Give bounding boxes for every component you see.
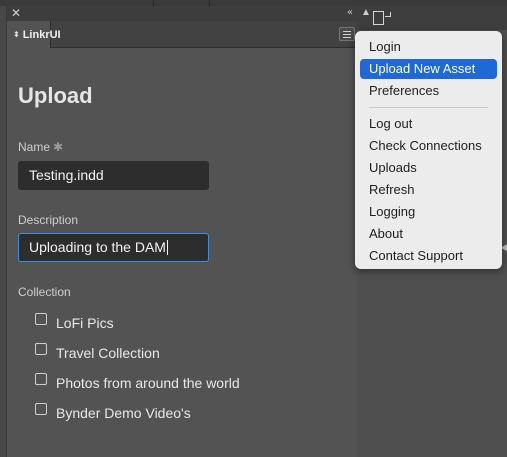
menu-item-contact-support[interactable]: Contact Support bbox=[360, 246, 497, 266]
description-field[interactable]: Uploading to the DAM bbox=[18, 233, 209, 262]
name-field[interactable]: Testing.indd bbox=[18, 161, 209, 190]
collection-label: Collection bbox=[18, 285, 71, 299]
hamburger-menu-icon[interactable] bbox=[339, 27, 355, 41]
menu-item-upload-new-asset[interactable]: Upload New Asset bbox=[360, 59, 497, 79]
right-pane-toolbar: ▲ bbox=[357, 6, 507, 30]
description-label: Description bbox=[18, 213, 79, 227]
collection-item[interactable]: Bynder Demo Video's bbox=[35, 403, 191, 421]
page-title: Upload bbox=[18, 83, 93, 108]
document-export-icon[interactable] bbox=[373, 11, 393, 27]
menu-item-about[interactable]: About bbox=[360, 224, 497, 244]
text-caret bbox=[166, 240, 168, 255]
collection-item-label: Bynder Demo Video's bbox=[56, 405, 191, 421]
close-icon[interactable]: ✕ bbox=[11, 6, 21, 20]
name-label: Name ✱ bbox=[18, 140, 64, 154]
upload-form: Upload Name ✱ Testing.indd Description Up… bbox=[7, 49, 358, 457]
description-value: Uploading to the DAM bbox=[29, 239, 166, 255]
checkbox[interactable] bbox=[35, 403, 47, 415]
updown-arrows-icon: ⬍ bbox=[13, 30, 20, 39]
panel-tabbar: ⬍ LinkrUI bbox=[7, 21, 358, 48]
linkrui-panel: ✕ « ⬍ LinkrUI Upload Name ✱ Testing.indd … bbox=[6, 6, 358, 457]
menu-item-log-out[interactable]: Log out bbox=[360, 114, 497, 134]
collection-item[interactable]: LoFi Pics bbox=[35, 313, 114, 331]
collection-item-label: LoFi Pics bbox=[56, 315, 114, 331]
collapse-icon[interactable]: « bbox=[347, 6, 353, 20]
collection-item[interactable]: Travel Collection bbox=[35, 343, 160, 361]
panel-header-strip: ✕ « bbox=[7, 6, 358, 21]
panel-flyout-menu: Login Upload New Asset Preferences Log o… bbox=[355, 31, 502, 269]
menu-item-preferences[interactable]: Preferences bbox=[360, 81, 497, 101]
menu-item-refresh[interactable]: Refresh bbox=[360, 180, 497, 200]
menu-item-login[interactable]: Login bbox=[360, 37, 497, 57]
checkbox[interactable] bbox=[35, 313, 47, 325]
required-marker-icon: ✱ bbox=[53, 140, 64, 154]
collection-item-label: Travel Collection bbox=[56, 345, 160, 361]
menu-item-uploads[interactable]: Uploads bbox=[360, 158, 497, 178]
menu-item-logging[interactable]: Logging bbox=[360, 202, 497, 222]
menu-divider bbox=[369, 107, 488, 108]
checkbox[interactable] bbox=[35, 373, 47, 385]
tab-linkrui[interactable]: ⬍ LinkrUI bbox=[7, 21, 61, 48]
collection-item[interactable]: Photos from around the world bbox=[35, 373, 240, 391]
collapse-arrow-icon[interactable]: ▲ bbox=[361, 6, 371, 20]
menu-item-check-connections[interactable]: Check Connections bbox=[360, 136, 497, 156]
checkbox[interactable] bbox=[35, 343, 47, 355]
tab-label: LinkrUI bbox=[22, 28, 61, 41]
collection-item-label: Photos from around the world bbox=[56, 375, 240, 391]
